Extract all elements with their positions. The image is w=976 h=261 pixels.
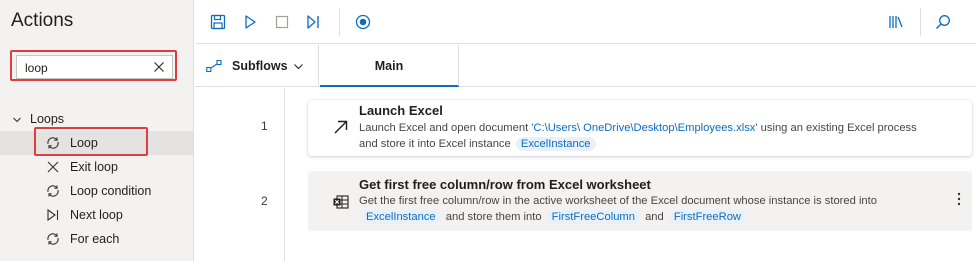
- chevron-down-icon: [293, 61, 304, 72]
- action-item-next-loop[interactable]: Next loop: [0, 203, 193, 227]
- action-item-label: Exit loop: [70, 160, 118, 174]
- arrow-up-right-icon: [332, 118, 350, 136]
- flow-canvas: 1 2 Launch Excel Launch Excel and open d…: [195, 88, 976, 261]
- tab-bar: Subflows Main: [195, 45, 976, 87]
- step-description: Get the first free column/row in the act…: [359, 195, 877, 224]
- record-icon[interactable]: [352, 11, 374, 33]
- close-icon: [45, 159, 61, 175]
- stop-icon[interactable]: [271, 11, 293, 33]
- run-next-action-icon[interactable]: [302, 11, 324, 33]
- toolbar-separator: [339, 8, 340, 36]
- run-icon[interactable]: [239, 11, 261, 33]
- subflows-dropdown[interactable]: Subflows: [195, 45, 319, 87]
- loop-icon: [45, 183, 61, 199]
- loop-highlight-box: [34, 127, 148, 156]
- tab-main[interactable]: Main: [320, 45, 459, 87]
- group-header-loops[interactable]: Loops: [12, 111, 64, 127]
- excel-worksheet-icon: [332, 193, 350, 211]
- designer-toolbar: [195, 0, 976, 44]
- variable-token[interactable]: ExcelInstance: [515, 136, 596, 151]
- variables-icon[interactable]: [885, 11, 907, 33]
- line-number-gutter: [195, 88, 285, 261]
- action-item-label: For each: [70, 232, 120, 246]
- flow-step-launch-excel[interactable]: Launch Excel Launch Excel and open docum…: [308, 100, 972, 156]
- toolbar-separator: [920, 8, 921, 36]
- variable-token[interactable]: FirstFreeColumn: [546, 209, 640, 224]
- loop-icon: [45, 231, 61, 247]
- variable-token[interactable]: FirstFreeRow: [668, 209, 746, 224]
- step-description: Launch Excel and open document 'C:\Users…: [359, 122, 917, 151]
- group-label: Loops: [30, 112, 65, 126]
- actions-title: Actions: [11, 10, 74, 31]
- action-item-label: Next loop: [70, 208, 123, 222]
- action-item-for-each[interactable]: For each: [0, 227, 193, 251]
- action-item-label: Loop condition: [70, 184, 152, 198]
- subflows-icon: [206, 59, 222, 73]
- variable-token[interactable]: ExcelInstance: [361, 209, 441, 224]
- chevron-down-icon: [12, 114, 22, 124]
- next-loop-icon: [45, 207, 61, 223]
- search-highlight-box: [10, 50, 177, 81]
- more-options-icon[interactable]: [954, 190, 964, 208]
- step-title: Get first free column/row from Excel wor…: [359, 177, 651, 192]
- action-item-exit-loop[interactable]: Exit loop: [0, 155, 193, 179]
- step-title: Launch Excel: [359, 103, 443, 118]
- search-icon[interactable]: [932, 11, 954, 33]
- subflows-label: Subflows: [232, 59, 288, 73]
- action-item-loop-condition[interactable]: Loop condition: [0, 179, 193, 203]
- file-path: 'C:\Users\ OneDrive\Desktop\Employees.xl…: [531, 122, 758, 134]
- save-icon[interactable]: [207, 11, 229, 33]
- actions-pane: Actions Loops Loop Exit loop Loop condit…: [0, 0, 194, 261]
- flow-step-get-first-free-column-row[interactable]: Get first free column/row from Excel wor…: [308, 171, 972, 231]
